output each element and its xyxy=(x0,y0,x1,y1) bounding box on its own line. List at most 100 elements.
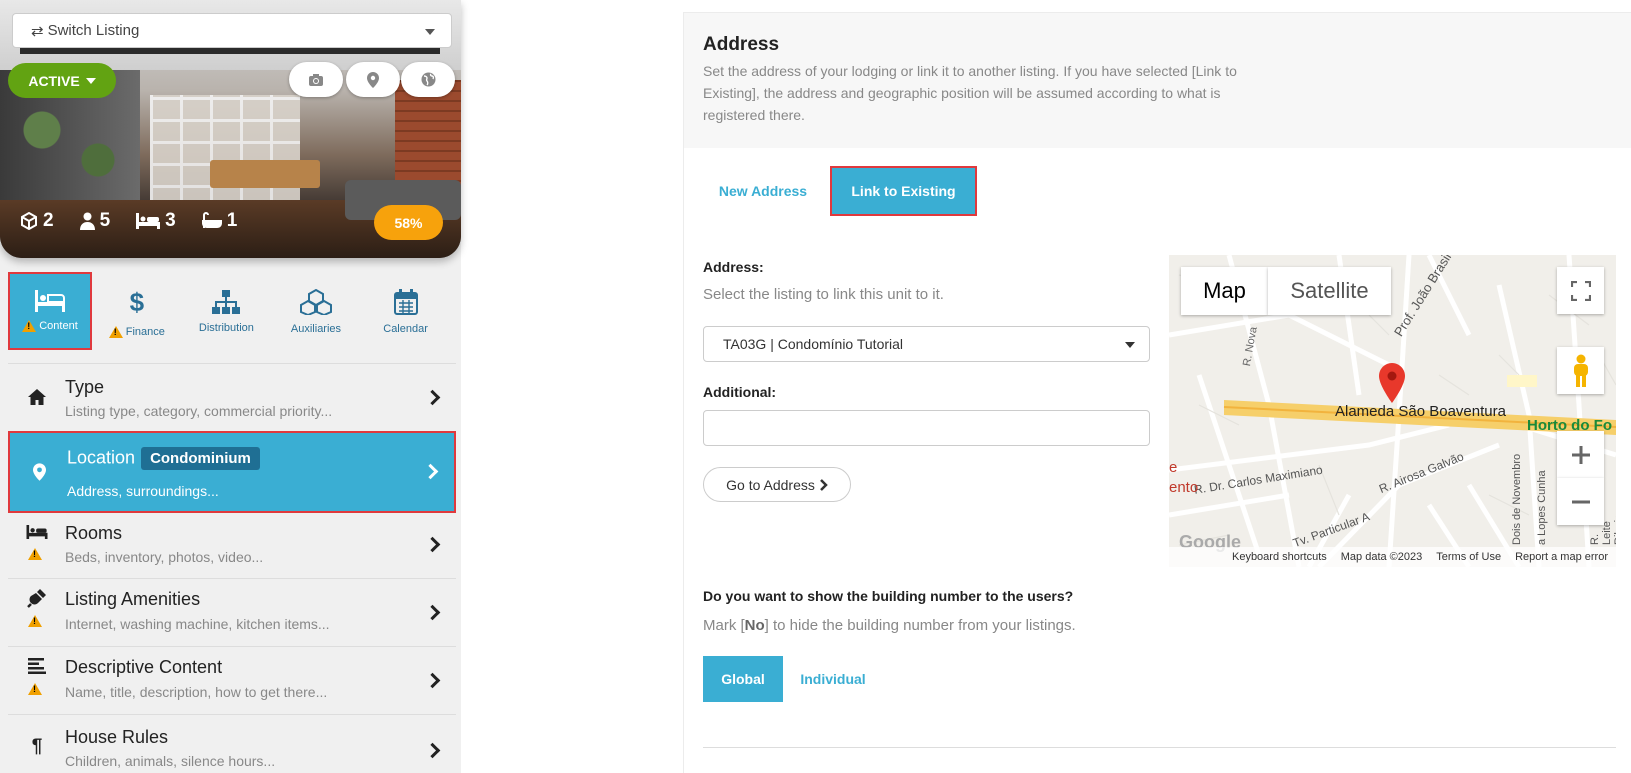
tab-distribution-label-wrap: Distribution xyxy=(199,322,254,334)
tab-content[interactable]: Content xyxy=(8,272,92,350)
menu-item-title: Descriptive Content xyxy=(65,657,223,677)
map-data-text: Map data ©2023 xyxy=(1340,551,1423,563)
tab-auxiliaries-label-wrap: Auxiliaries xyxy=(291,323,341,335)
tab-content-label-wrap: Content xyxy=(22,320,78,332)
completion-badge: 58% xyxy=(374,205,443,240)
status-dropdown[interactable]: ACTIVE xyxy=(8,63,116,98)
map-label-ento: ento xyxy=(1169,479,1199,496)
global-button[interactable]: Global xyxy=(703,656,783,702)
zoom-in-button[interactable] xyxy=(1557,431,1604,478)
caret-down-icon xyxy=(85,77,96,84)
tab-new-address[interactable]: New Address xyxy=(703,166,823,216)
address-label: Address: xyxy=(703,259,764,275)
map-pin-icon xyxy=(28,461,50,483)
warning-icon xyxy=(28,683,42,695)
zoom-out-button[interactable] xyxy=(1557,478,1604,525)
swap-icon: ⇄ xyxy=(31,22,44,40)
tab-finance[interactable]: $ Finance xyxy=(92,272,182,352)
beds-stat: 3 xyxy=(136,210,176,232)
menu-item-type[interactable]: Type Listing type, category, commercial … xyxy=(8,363,456,429)
tab-finance-label-wrap: Finance xyxy=(108,325,165,338)
menu-item-subtitle: Address, surroundings... xyxy=(67,483,219,499)
tab-calendar-label-wrap: Calendar xyxy=(383,323,428,335)
chevron-right-icon xyxy=(424,389,441,406)
menu-item-title: Location Condominium xyxy=(67,447,260,470)
map-pin-icon xyxy=(367,71,379,88)
units-stat: 2 xyxy=(20,210,54,232)
map-type-satellite-button[interactable]: Satellite xyxy=(1268,267,1391,315)
menu-item-subtitle: Internet, washing machine, kitchen items… xyxy=(65,616,330,632)
map-label-main-street: Alameda São Boaventura xyxy=(1335,403,1506,420)
additional-input[interactable] xyxy=(703,410,1150,446)
plus-icon xyxy=(1571,445,1590,464)
location-button[interactable] xyxy=(346,62,400,97)
terms-of-use-link[interactable]: Terms of Use xyxy=(1436,551,1501,563)
map-label-lopes-cunha: a Lopes Cunha xyxy=(1536,470,1548,545)
dollar-icon: $ xyxy=(129,286,145,317)
menu-item-rooms[interactable]: Rooms Beds, inventory, photos, video... xyxy=(8,515,456,577)
photos-button[interactable] xyxy=(289,62,343,97)
map-label-e: e xyxy=(1169,459,1178,476)
address-header: Address Set the address of your lodging … xyxy=(684,13,1631,148)
tab-calendar[interactable]: Calendar xyxy=(361,272,451,352)
building-number-help: Mark [No] to hide the building number fr… xyxy=(703,617,1076,634)
paragraph-icon: ¶ xyxy=(31,736,43,757)
hero-shelf xyxy=(150,95,300,210)
beds-count: 3 xyxy=(165,210,176,231)
additional-label: Additional: xyxy=(703,384,777,400)
chevron-right-icon xyxy=(422,463,439,480)
switch-listing-label: Switch Listing xyxy=(47,22,140,39)
tab-auxiliaries[interactable]: Auxiliaries xyxy=(271,272,361,352)
help-text-no: No xyxy=(744,617,765,634)
condominium-badge: Condominium xyxy=(141,447,260,470)
linked-listing-select[interactable]: TA03G | Condomínio Tutorial xyxy=(703,326,1150,362)
baths-count: 1 xyxy=(226,210,238,231)
location-title: Location xyxy=(67,447,136,468)
units-count: 2 xyxy=(43,210,54,231)
warning-icon xyxy=(28,548,42,560)
chevron-right-icon xyxy=(424,536,441,553)
pegman-icon xyxy=(1573,354,1588,387)
sitemap-icon xyxy=(212,290,241,314)
tab-distribution[interactable]: Distribution xyxy=(182,272,272,352)
guests-count: 5 xyxy=(99,210,111,231)
menu-item-title: Rooms xyxy=(65,523,123,543)
menu-item-subtitle: Listing type, category, commercial prior… xyxy=(65,403,333,419)
fullscreen-button[interactable] xyxy=(1557,267,1604,314)
map-type-map-button[interactable]: Map xyxy=(1181,267,1268,315)
section-divider xyxy=(703,747,1616,748)
menu-item-amenities[interactable]: Listing Amenities Internet, washing mach… xyxy=(8,578,456,646)
go-to-address-button[interactable]: Go to Address xyxy=(703,467,851,502)
keyboard-shortcuts-link[interactable]: Keyboard shortcuts xyxy=(1232,551,1327,563)
guests-stat: 5 xyxy=(79,210,111,232)
linked-listing-value: TA03G | Condomínio Tutorial xyxy=(723,336,904,352)
chevron-right-icon xyxy=(819,478,828,491)
fullscreen-icon xyxy=(1570,280,1591,301)
menu-item-title: House Rules xyxy=(65,727,169,747)
menu-item-location[interactable]: Location Condominium Address, surrounding… xyxy=(8,431,456,513)
switch-listing-dropdown[interactable]: ⇄ Switch Listing xyxy=(12,13,452,48)
menu-item-subtitle: Beds, inventory, photos, video... xyxy=(65,549,264,565)
tab-link-to-existing[interactable]: Link to Existing xyxy=(830,166,977,216)
address-help-text: Select the listing to link this unit to … xyxy=(703,286,944,303)
section-tabs: Content $ Finance Distribution Auxiliari… xyxy=(8,272,456,352)
align-left-icon xyxy=(26,655,48,677)
menu-item-title: Type xyxy=(65,377,105,397)
menu-item-subtitle: Name, title, description, how to get the… xyxy=(65,684,328,700)
menu-item-descriptive[interactable]: Descriptive Content Name, title, descrip… xyxy=(8,646,456,714)
tab-calendar-label: Calendar xyxy=(383,323,428,335)
calendar-icon xyxy=(393,289,418,315)
website-button[interactable] xyxy=(401,62,455,97)
individual-button[interactable]: Individual xyxy=(788,656,878,702)
street-view-button[interactable] xyxy=(1557,347,1604,394)
location-map[interactable]: Alameda São Boaventura Horto do Fo Prof.… xyxy=(1169,255,1616,567)
baths-stat: 1 xyxy=(201,210,238,232)
camera-icon xyxy=(309,73,323,86)
warning-icon xyxy=(22,320,37,332)
menu-item-house-rules[interactable]: ¶ House Rules Children, animals, silence… xyxy=(8,714,456,773)
caret-down-icon xyxy=(425,29,435,35)
bed-icon xyxy=(136,213,161,229)
report-map-error-link[interactable]: Report a map error xyxy=(1515,551,1608,563)
caret-down-icon xyxy=(1125,342,1135,348)
bed-icon xyxy=(35,290,65,312)
